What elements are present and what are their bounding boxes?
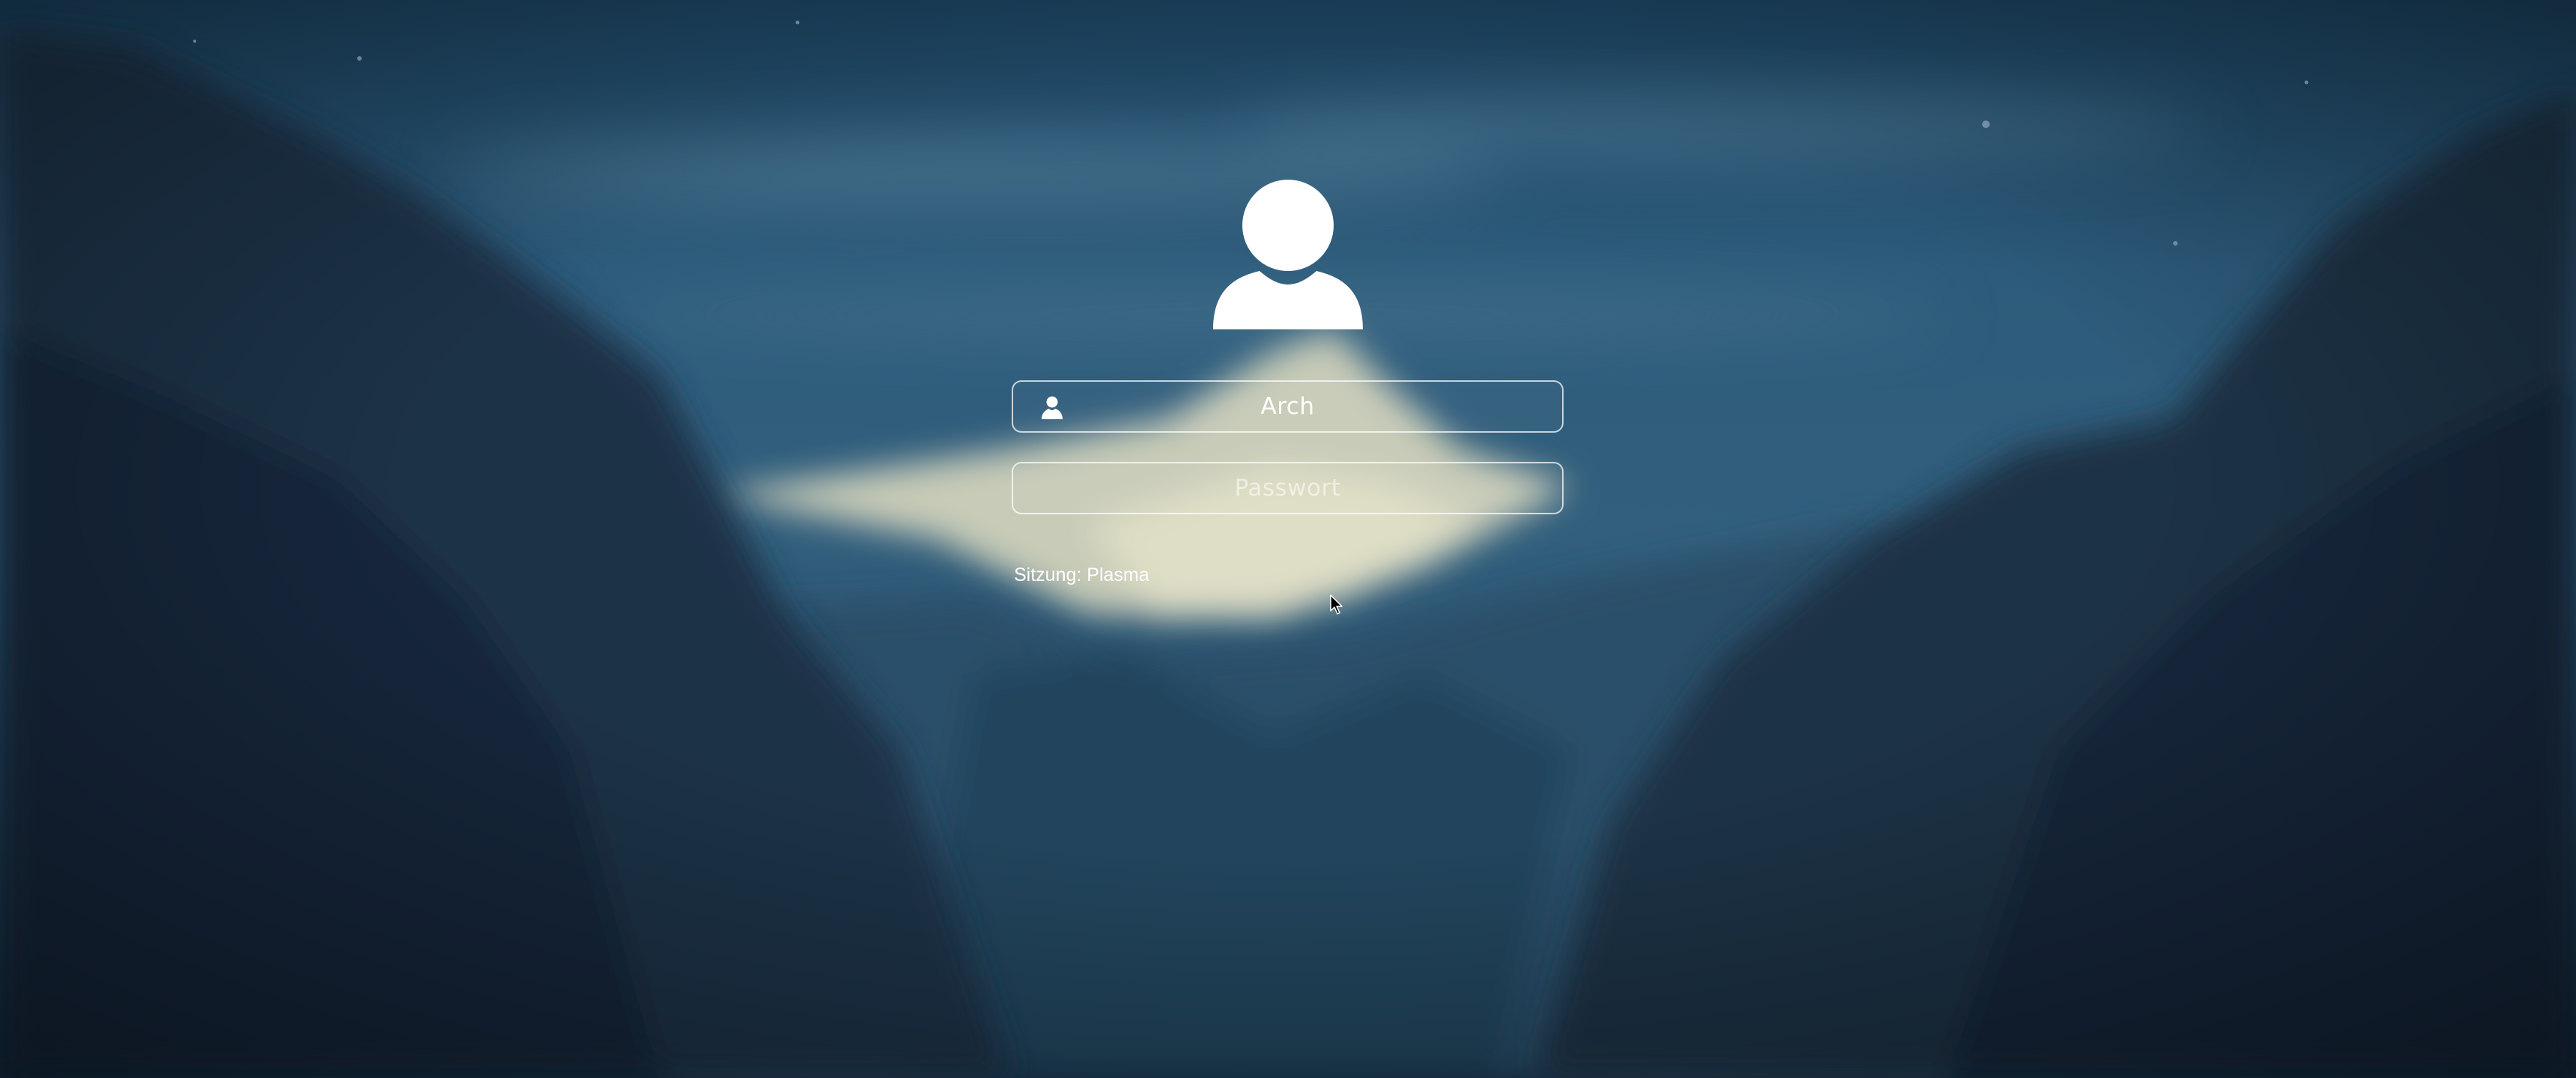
login-form: Arch Passwort Sitzung: Plasma <box>0 0 2576 1078</box>
login-screen: Arch Passwort Sitzung: Plasma <box>0 0 2576 1078</box>
session-label: Sitzung: <box>1014 564 1082 585</box>
user-avatar-icon <box>1213 180 1363 329</box>
username-field[interactable]: Arch <box>1012 380 1564 433</box>
session-selector[interactable]: Sitzung: Plasma <box>1014 564 1149 586</box>
password-placeholder: Passwort <box>1234 475 1341 502</box>
password-field[interactable]: Passwort <box>1012 462 1564 514</box>
mouse-cursor-icon <box>1330 594 1343 615</box>
session-value[interactable]: Plasma <box>1087 564 1149 585</box>
username-value: Arch <box>1260 393 1315 420</box>
